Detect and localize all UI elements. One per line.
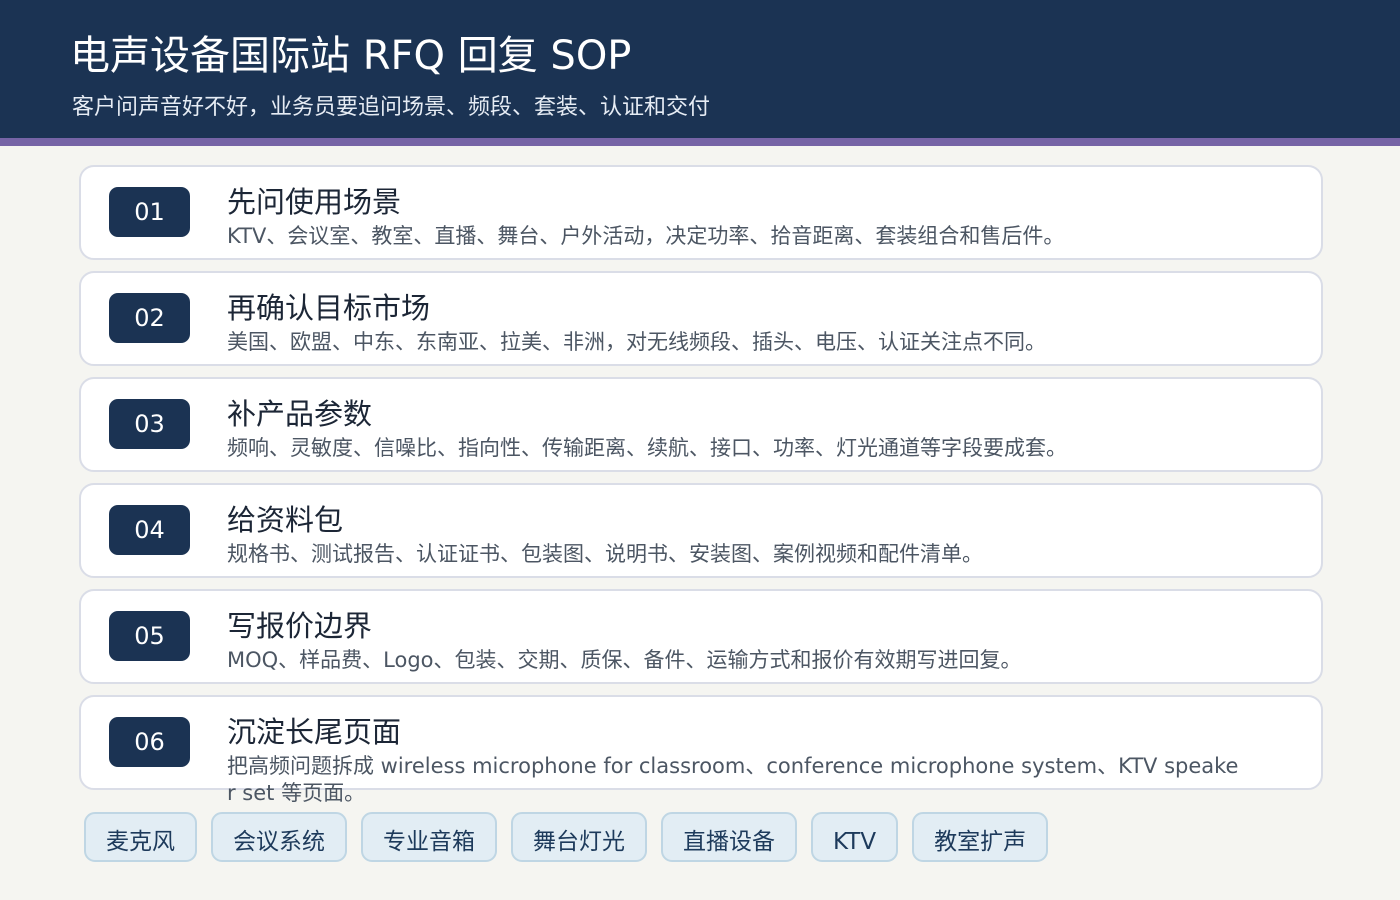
step-number-badge: 01	[109, 187, 190, 237]
step-description: 规格书、测试报告、认证证书、包装图、说明书、安装图、案例视频和配件清单。	[227, 542, 983, 566]
step-title: 补产品参数	[227, 397, 373, 431]
sop-step-list: 01 先问使用场景 KTV、会议室、教室、直播、舞台、户外活动，决定功率、拾音距…	[79, 165, 1323, 805]
step-card-06: 06 沉淀长尾页面 把高频问题拆成 wireless microphone fo…	[79, 695, 1323, 805]
step-card-01: 01 先问使用场景 KTV、会议室、教室、直播、舞台、户外活动，决定功率、拾音距…	[79, 165, 1323, 260]
step-description: KTV、会议室、教室、直播、舞台、户外活动，决定功率、拾音距离、套装组合和售后件…	[227, 224, 1065, 248]
tag-live-streaming-gear[interactable]: 直播设备	[661, 812, 797, 862]
tag-stage-lighting[interactable]: 舞台灯光	[511, 812, 647, 862]
step-card-04: 04 给资料包 规格书、测试报告、认证证书、包装图、说明书、安装图、案例视频和配…	[79, 483, 1323, 578]
step-description: 把高频问题拆成 wireless microphone for classroo…	[227, 754, 1239, 805]
step-description: MOQ、样品费、Logo、包装、交期、质保、备件、运输方式和报价有效期写进回复。	[227, 648, 1022, 672]
step-number-badge: 04	[109, 505, 190, 555]
step-description: 美国、欧盟、中东、东南亚、拉美、非洲，对无线频段、插头、电压、认证关注点不同。	[227, 330, 1046, 354]
step-card-05: 05 写报价边界 MOQ、样品费、Logo、包装、交期、质保、备件、运输方式和报…	[79, 589, 1323, 684]
tag-microphone[interactable]: 麦克风	[84, 812, 197, 862]
tag-pro-speaker[interactable]: 专业音箱	[361, 812, 497, 862]
step-title: 沉淀长尾页面	[227, 715, 402, 749]
step-number-badge: 03	[109, 399, 190, 449]
header-accent-bar	[0, 138, 1400, 146]
step-description: 频响、灵敏度、信噪比、指向性、传输距离、续航、接口、功率、灯光通道等字段要成套。	[227, 436, 1067, 460]
step-title: 先问使用场景	[227, 185, 402, 219]
tag-classroom-audio[interactable]: 教室扩声	[912, 812, 1049, 862]
tag-conference-system[interactable]: 会议系统	[211, 812, 347, 862]
step-number-badge: 02	[109, 293, 190, 343]
category-tag-list: 麦克风 会议系统 专业音箱 舞台灯光 直播设备 KTV 教室扩声	[84, 812, 1049, 862]
step-title: 写报价边界	[227, 609, 373, 643]
step-card-02: 02 再确认目标市场 美国、欧盟、中东、东南亚、拉美、非洲，对无线频段、插头、电…	[79, 271, 1323, 366]
step-card-03: 03 补产品参数 频响、灵敏度、信噪比、指向性、传输距离、续航、接口、功率、灯光…	[79, 377, 1323, 472]
tag-ktv[interactable]: KTV	[811, 812, 899, 862]
step-title: 给资料包	[227, 503, 344, 537]
step-title: 再确认目标市场	[227, 291, 431, 325]
step-number-badge: 05	[109, 611, 190, 661]
page-subtitle: 客户问声音好不好，业务员要追问场景、频段、套装、认证和交付	[72, 95, 711, 120]
page-title: 电声设备国际站 RFQ 回复 SOP	[70, 33, 632, 79]
step-number-badge: 06	[109, 717, 190, 767]
